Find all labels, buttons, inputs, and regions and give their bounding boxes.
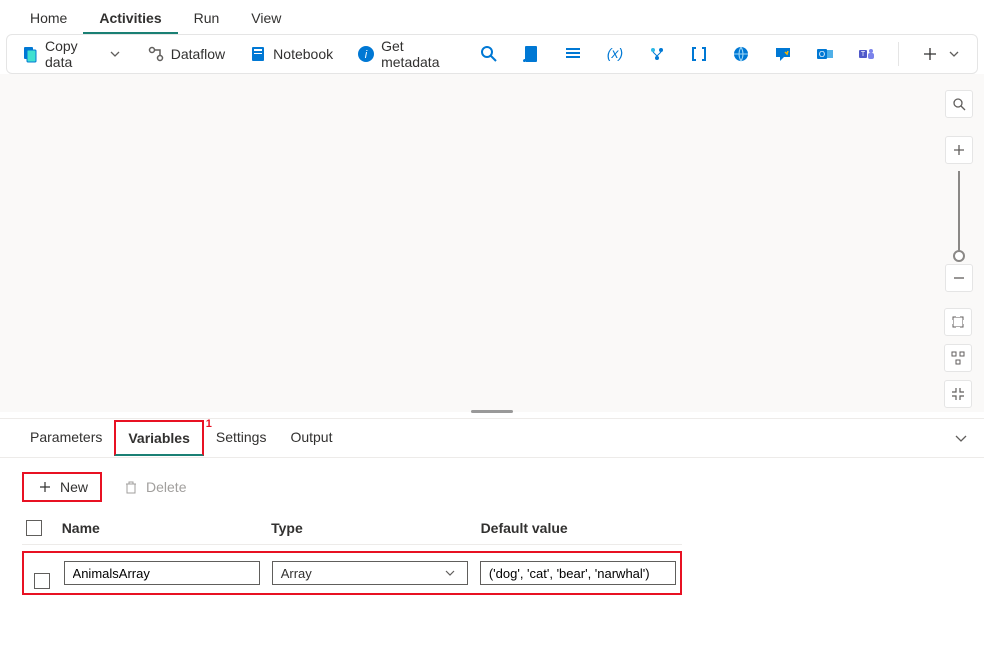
zoom-panel (944, 90, 974, 292)
web-activity-icon-button[interactable] (684, 41, 714, 67)
pipeline-canvas[interactable] (0, 74, 984, 412)
databricks-icon-button[interactable] (768, 41, 798, 67)
collapse-panel-button[interactable] (954, 431, 968, 448)
notebook-button[interactable]: Notebook (243, 41, 339, 67)
tab-run[interactable]: Run (178, 2, 236, 34)
script-icon (522, 45, 540, 63)
notebook-icon (249, 45, 267, 63)
top-nav-tabs: Home Activities Run View (0, 0, 984, 34)
zoom-slider-thumb[interactable] (953, 250, 965, 262)
delete-label: Delete (146, 479, 186, 495)
chevron-down-icon (945, 45, 963, 63)
variable-type-select[interactable]: Array (272, 561, 468, 585)
chevron-down-icon (441, 564, 459, 582)
notebook-label: Notebook (273, 46, 333, 62)
tab-activities[interactable]: Activities (83, 2, 177, 34)
activities-toolbar: Copy data Dataflow Notebook i Get metada… (6, 34, 978, 74)
get-metadata-label: Get metadata (381, 38, 456, 70)
tab-variables-label: Variables (128, 430, 190, 446)
list-icon (564, 45, 582, 63)
new-label: New (60, 479, 88, 495)
chat-icon (774, 45, 792, 63)
teams-icon: T (858, 45, 876, 63)
variable-name-input[interactable] (64, 561, 260, 585)
brackets-icon (690, 45, 708, 63)
bottom-panel-tabs: Parameters Variables 1 Settings Output (0, 418, 984, 458)
copy-data-label: Copy data (45, 38, 101, 70)
zoom-in-button[interactable] (945, 136, 973, 164)
select-all-checkbox[interactable] (26, 520, 42, 536)
azure-function-icon-button[interactable] (642, 41, 672, 67)
collapse-fullscreen-button[interactable] (944, 380, 972, 408)
outlook-icon-button[interactable]: O (810, 41, 840, 67)
tab-home[interactable]: Home (14, 2, 83, 34)
header-type: Type (271, 520, 468, 536)
zoom-slider[interactable] (958, 171, 960, 257)
outlook-icon: O (816, 45, 834, 63)
flow-icon (648, 45, 666, 63)
globe-icon (732, 45, 750, 63)
stored-procedure-icon-button[interactable] (558, 41, 588, 67)
row-checkbox[interactable] (34, 573, 50, 589)
add-activity-button[interactable] (915, 41, 969, 67)
zoom-search-button[interactable] (945, 90, 973, 118)
copy-data-button[interactable]: Copy data (15, 34, 129, 74)
variables-toolbar: New Delete (0, 458, 984, 512)
webhook-icon-button[interactable] (726, 41, 756, 67)
toolbar-separator (898, 42, 899, 66)
zoom-out-button[interactable] (945, 264, 973, 292)
variable-icon: (x) (606, 45, 624, 63)
teams-icon-button[interactable]: T (852, 41, 882, 67)
dataflow-icon (147, 45, 165, 63)
magnifier-icon (480, 45, 498, 63)
fit-to-screen-button[interactable] (944, 308, 972, 336)
plus-icon (921, 45, 939, 63)
variable-type-value: Array (281, 566, 312, 581)
copy-data-icon (21, 45, 39, 63)
svg-text:T: T (861, 51, 866, 58)
script-icon-button[interactable] (516, 41, 546, 67)
lookup-icon-button[interactable] (474, 41, 504, 67)
variable-icon-button[interactable]: (x) (600, 41, 630, 67)
get-metadata-button[interactable]: i Get metadata (351, 34, 462, 74)
info-icon: i (357, 45, 375, 63)
panel-resize-handle[interactable] (471, 410, 513, 413)
dataflow-label: Dataflow (171, 46, 225, 62)
trash-icon (122, 478, 140, 496)
header-default: Default value (481, 520, 678, 536)
canvas-view-buttons (944, 308, 974, 408)
tab-settings[interactable]: Settings (204, 421, 279, 455)
tab-variables[interactable]: Variables 1 (114, 420, 204, 456)
svg-text:(x): (x) (607, 45, 623, 61)
tab-view[interactable]: View (235, 2, 297, 34)
dataflow-button[interactable]: Dataflow (141, 41, 231, 67)
auto-align-button[interactable] (944, 344, 972, 372)
chevron-down-icon (107, 45, 123, 63)
plus-icon (36, 478, 54, 496)
new-variable-button[interactable]: New (22, 472, 102, 502)
tab-output[interactable]: Output (278, 421, 344, 455)
table-header: Name Type Default value (22, 512, 682, 545)
variable-default-input[interactable] (480, 561, 676, 585)
variables-table: Name Type Default value Array (22, 512, 682, 595)
delete-variable-button[interactable]: Delete (122, 478, 186, 496)
variables-badge: 1 (206, 418, 212, 430)
table-row: Array (22, 551, 682, 595)
tab-parameters[interactable]: Parameters (18, 421, 114, 455)
svg-text:O: O (819, 50, 825, 59)
header-name: Name (62, 520, 259, 536)
